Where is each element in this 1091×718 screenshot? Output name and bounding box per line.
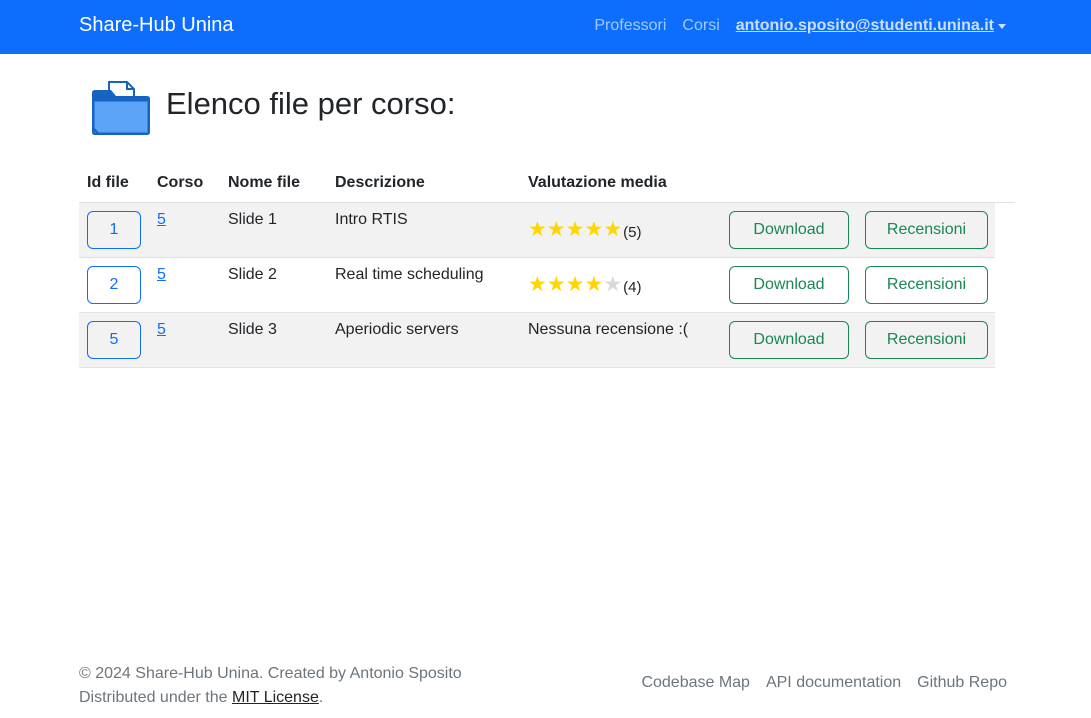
star-empty-icon: ★: [603, 272, 623, 296]
nav-links: Professori Corsi antonio.sposito@student…: [594, 17, 1006, 35]
files-table: Id file Corso Nome file Descrizione Valu…: [79, 165, 1015, 368]
license-prefix: Distributed under the: [79, 689, 232, 706]
file-name: Slide 3: [220, 312, 327, 368]
header-name: Nome file: [220, 165, 327, 203]
table-header-row: Id file Corso Nome file Descrizione Valu…: [79, 165, 1015, 203]
star-filled-icon: ★: [603, 217, 623, 241]
mit-license-link[interactable]: MIT License: [232, 689, 319, 706]
rating-cell: ★ ★ ★ ★ ★ (5): [520, 202, 721, 258]
star-filled-icon: ★: [584, 217, 604, 241]
user-menu-dropdown[interactable]: antonio.sposito@studenti.unina.it: [736, 17, 1006, 35]
footer-links: Codebase Map API documentation Github Re…: [641, 674, 1007, 692]
course-link[interactable]: 5: [157, 211, 166, 228]
license-suffix: .: [318, 689, 324, 706]
star-filled-icon: ★: [584, 272, 604, 296]
page-title: Elenco file per corso:: [166, 86, 456, 121]
license-line: Distributed under the MIT License.: [79, 686, 462, 710]
star-filled-icon: ★: [528, 272, 547, 296]
header-course: Corso: [149, 165, 220, 203]
table-row: 5 5 Slide 3 Aperiodic servers Nessuna re…: [79, 312, 1015, 368]
star-filled-icon: ★: [546, 272, 566, 296]
footer-link-codebase-map[interactable]: Codebase Map: [641, 674, 750, 692]
file-name: Slide 2: [220, 257, 327, 313]
nav-link-corsi[interactable]: Corsi: [682, 17, 719, 35]
user-email: antonio.sposito@studenti.unina.it: [735, 17, 994, 34]
star-filled-icon: ★: [528, 217, 547, 241]
file-id-button[interactable]: 1: [87, 210, 141, 249]
caret-down-icon: [998, 23, 1006, 29]
rating-cell: Nessuna recensione :(: [520, 312, 721, 368]
star-rating: ★ ★ ★ ★ ★ (4): [528, 274, 641, 296]
footer-link-github-repo[interactable]: Github Repo: [917, 674, 1007, 692]
nav-link-professori[interactable]: Professori: [594, 17, 666, 35]
table-row: 1 5 Slide 1 Intro RTIS ★ ★ ★ ★ ★ (5) Download…: [79, 202, 1015, 258]
download-button[interactable]: Download: [729, 265, 849, 304]
footer-link-api-documentation[interactable]: API documentation: [766, 674, 901, 692]
header-blank: [857, 165, 995, 203]
star-rating: ★ ★ ★ ★ ★ (5): [528, 219, 641, 241]
table-row: 2 5 Slide 2 Real time scheduling ★ ★ ★ ★ ★ (4…: [79, 257, 1015, 313]
header-blank: [721, 165, 857, 203]
navbar: Share-Hub Unina Professori Corsi antonio…: [0, 0, 1091, 54]
file-description: Intro RTIS: [327, 202, 520, 258]
header-rating: Valutazione media: [520, 165, 721, 203]
header-description: Descrizione: [327, 165, 520, 203]
rating-count: (4): [623, 278, 642, 296]
reviews-button[interactable]: Recensioni: [865, 210, 988, 249]
header-id: Id file: [79, 165, 149, 203]
star-filled-icon: ★: [565, 272, 585, 296]
reviews-button[interactable]: Recensioni: [865, 265, 988, 304]
rating-count: (5): [623, 223, 642, 241]
file-name: Slide 1: [220, 202, 327, 258]
file-description: Aperiodic servers: [327, 312, 520, 368]
course-link[interactable]: 5: [157, 266, 166, 283]
file-id-button[interactable]: 5: [87, 320, 141, 359]
download-button[interactable]: Download: [729, 320, 849, 359]
file-description: Real time scheduling: [327, 257, 520, 313]
rating-cell: ★ ★ ★ ★ ★ (4): [520, 257, 721, 313]
reviews-button[interactable]: Recensioni: [865, 320, 988, 359]
file-id-button[interactable]: 2: [87, 265, 141, 304]
copyright-text: © 2024 Share-Hub Unina. Created by Anton…: [79, 665, 462, 682]
footer-copyright: © 2024 Share-Hub Unina. Created by Anton…: [79, 662, 462, 710]
folder-icon: [92, 81, 150, 135]
brand-link[interactable]: Share-Hub Unina: [79, 14, 234, 37]
course-link[interactable]: 5: [157, 321, 166, 338]
star-filled-icon: ★: [546, 217, 566, 241]
download-button[interactable]: Download: [729, 210, 849, 249]
no-review-text: Nessuna recensione :(: [528, 320, 689, 338]
star-filled-icon: ★: [565, 217, 585, 241]
header-blank: [995, 165, 1015, 203]
